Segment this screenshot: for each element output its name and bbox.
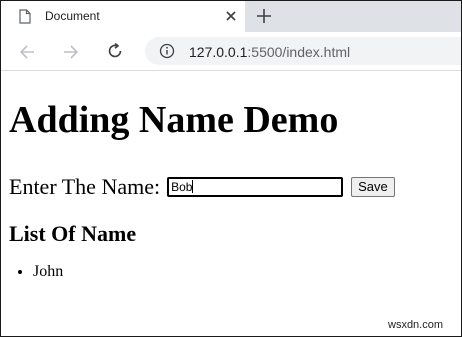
page-title: Adding Name Demo: [9, 99, 339, 141]
tab-title: Document: [45, 9, 100, 23]
tab-document[interactable]: Document: [1, 1, 245, 32]
browser-window: Document 127.0.0.1:5500/index.html Addin…: [0, 0, 462, 337]
list-item: John: [33, 263, 63, 281]
info-icon[interactable]: [159, 43, 175, 59]
url-host: 127.0.0.1: [189, 44, 248, 60]
tab-strip: Document: [1, 1, 461, 32]
save-button[interactable]: Save: [351, 177, 395, 197]
name-list: John: [9, 263, 63, 281]
text-caret: [192, 180, 194, 193]
new-tab-icon[interactable]: [255, 7, 273, 25]
address-bar[interactable]: 127.0.0.1:5500/index.html: [145, 37, 461, 65]
name-form: Enter The Name: Bob Save: [9, 174, 395, 200]
name-label: Enter The Name:: [9, 174, 161, 199]
name-input[interactable]: Bob: [167, 177, 344, 197]
page-content: Adding Name Demo Enter The Name: Bob Sav…: [1, 71, 461, 336]
forward-arrow-icon[interactable]: [62, 43, 80, 61]
url-text: 127.0.0.1:5500/index.html: [189, 44, 350, 60]
name-input-value: Bob: [171, 180, 193, 194]
watermark: wsxdn.com: [388, 319, 444, 331]
url-path: :5500/index.html: [247, 44, 351, 60]
document-icon: [19, 9, 31, 24]
close-tab-icon[interactable]: [223, 8, 239, 24]
back-arrow-icon[interactable]: [18, 43, 36, 61]
reload-icon[interactable]: [106, 42, 124, 60]
list-heading: List Of Name: [9, 221, 137, 246]
browser-toolbar: 127.0.0.1:5500/index.html: [1, 32, 461, 71]
